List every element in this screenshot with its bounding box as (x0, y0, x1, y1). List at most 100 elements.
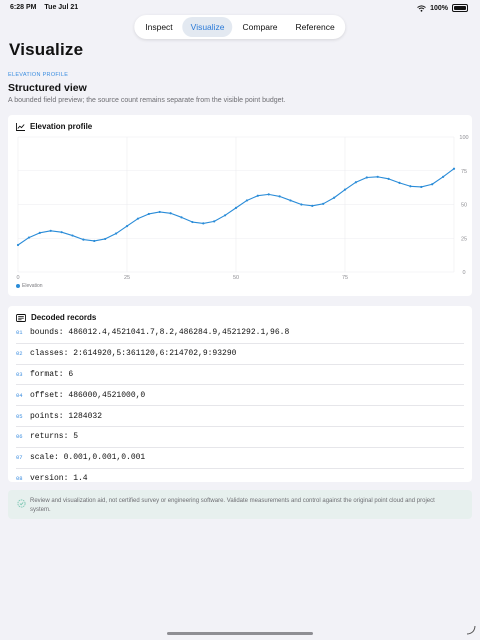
records-title: Decoded records (31, 313, 97, 322)
record-number: 02 (16, 350, 23, 358)
record-value: classes: 2:614920,5:361120,6:214702,9:93… (30, 349, 237, 359)
elevation-data-point (333, 196, 336, 199)
record-number: 08 (16, 474, 23, 482)
record-number: 03 (16, 370, 23, 378)
y-tick-label: 50 (461, 203, 467, 209)
elevation-data-point (38, 231, 41, 234)
record-value: returns: 5 (30, 432, 79, 442)
page-title: Visualize (9, 40, 84, 59)
elevation-data-point (398, 181, 401, 184)
section-title: Structured view (8, 82, 87, 94)
battery-percent: 100% (430, 4, 448, 12)
y-tick-label: 25 (461, 236, 467, 242)
elevation-data-point (224, 214, 227, 217)
status-date: Tue Jul 21 (44, 4, 79, 11)
elevation-data-point (420, 185, 423, 189)
elevation-data-point (442, 175, 445, 178)
elevation-data-point (343, 188, 347, 191)
elevation-data-point (49, 229, 52, 232)
tab-visualize[interactable]: Visualize (182, 17, 233, 37)
line-chart-icon (16, 122, 25, 131)
elevation-data-point (245, 199, 248, 202)
elevation-data-point (202, 222, 205, 225)
chart-legend: Elevation (16, 283, 43, 289)
elevation-data-point (311, 204, 314, 207)
tab-compare[interactable]: Compare (235, 17, 286, 37)
checkmark-seal-icon (17, 499, 26, 508)
status-bar: 6:28 PM Tue Jul 21 100% (0, 0, 480, 16)
record-value: format: 6 (30, 369, 74, 379)
records-card-title: Decoded records (16, 313, 96, 322)
elevation-data-point (125, 225, 129, 228)
elevation-data-point (93, 239, 96, 243)
record-row: 05 points: 1284032 (16, 405, 464, 426)
elevation-data-point (27, 236, 30, 239)
record-value: version: 1.4 (30, 473, 88, 483)
section-eyebrow: ELEVATION PROFILE (8, 72, 69, 78)
elevation-data-point (191, 220, 194, 224)
elevation-data-point (365, 176, 368, 179)
tab-inspect[interactable]: Inspect (137, 17, 180, 37)
x-tick-label: 50 (233, 275, 239, 281)
tab-reference[interactable]: Reference (288, 17, 343, 37)
elevation-data-point (115, 232, 118, 235)
disclaimer-banner: Review and visualization aid, not certif… (8, 490, 472, 519)
status-time: 6:28 PM (10, 4, 37, 11)
record-value: offset: 486000,4521000,0 (30, 390, 146, 400)
elevation-data-point (300, 203, 303, 206)
elevation-data-point (387, 177, 390, 180)
elevation-chart-card: 0 25 50 75 100 0 25 50 75 Elevation profile Elev… (8, 115, 472, 296)
home-indicator[interactable] (167, 632, 313, 635)
battery-icon (452, 4, 468, 12)
record-number: 04 (16, 391, 23, 399)
view-tabs: Inspect Visualize Compare Reference (134, 15, 346, 39)
elevation-data-point (16, 243, 20, 247)
elevation-data-point (169, 212, 172, 215)
record-row: 08 version: 1.4 (16, 467, 464, 489)
status-left: 6:28 PM Tue Jul 21 (10, 4, 84, 11)
record-number: 06 (16, 433, 23, 441)
elevation-chart: 0 25 50 75 100 0 25 50 75 (16, 135, 468, 281)
disclaimer-text: Review and visualization aid, not certif… (30, 498, 435, 513)
decoded-records-card: Decoded records 01 bounds: 486012.4,45210… (8, 306, 472, 483)
record-row: 04 offset: 486000,4521000,0 (16, 384, 464, 405)
record-value: points: 1284032 (30, 411, 103, 421)
record-row: 01 bounds: 486012.4,4521041.7,8.2,486284.… (16, 323, 464, 343)
elevation-data-point (289, 199, 292, 202)
x-tick-label: 0 (16, 275, 19, 281)
legend-label: Elevation (22, 283, 43, 289)
elevation-data-point (409, 185, 412, 188)
elevation-data-point (354, 181, 357, 184)
record-row: 02 classes: 2:614920,5:361120,6:214702,9:… (16, 342, 464, 364)
elevation-data-point (322, 202, 325, 205)
elevation-data-point (452, 167, 456, 170)
records-list: 01 bounds: 486012.4,4521041.7,8.2,486284.… (16, 323, 464, 488)
chart-card-title: Elevation profile (16, 122, 92, 131)
record-row: 03 format: 6 (16, 363, 464, 385)
record-value: bounds: 486012.4,4521041.7,8.2,486284.9,… (30, 328, 290, 338)
elevation-data-point (180, 216, 183, 219)
record-row: 06 returns: 5 (16, 425, 464, 447)
elevation-data-point (71, 234, 74, 237)
record-number: 01 (16, 329, 23, 337)
elevation-data-point (82, 238, 85, 241)
record-number: 05 (16, 412, 23, 420)
legend-marker (16, 284, 20, 288)
elevation-data-point (431, 183, 434, 186)
status-right: 100% (417, 4, 468, 12)
elevation-data-point (256, 194, 259, 197)
x-tick-label: 25 (124, 275, 130, 281)
record-value: scale: 0.001,0.001,0.001 (30, 453, 146, 463)
elevation-data-point (213, 220, 216, 223)
chart-title: Elevation profile (30, 122, 93, 131)
elevation-data-point (267, 193, 270, 196)
y-tick-label: 0 (462, 270, 465, 276)
y-tick-label: 75 (461, 169, 467, 175)
x-tick-label: 75 (342, 275, 348, 281)
record-number: 07 (16, 454, 23, 462)
wifi-icon (417, 4, 426, 12)
document-list-icon (16, 313, 26, 322)
y-tick-label: 100 (459, 135, 468, 141)
elevation-data-point (234, 206, 238, 209)
elevation-data-point (376, 175, 379, 178)
